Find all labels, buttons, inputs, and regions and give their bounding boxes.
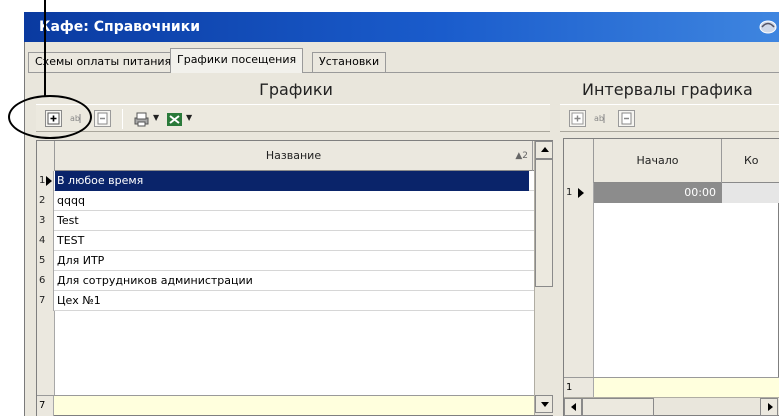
row-number: 5 <box>37 251 54 271</box>
schedules-footer-row: 7 <box>37 395 534 416</box>
row-header-corner <box>564 139 594 183</box>
tab-visit-schedules[interactable]: Графики посещения <box>170 48 304 73</box>
horizontal-scroll-thumb[interactable] <box>582 398 654 416</box>
schedule-name: В любое время <box>55 171 529 191</box>
intervals-toolbar: ab <box>560 104 779 132</box>
row-number: 1 <box>564 183 594 203</box>
tab-label: Установки <box>319 55 380 68</box>
table-row[interactable]: 5 Для ИТР <box>37 251 534 271</box>
row-number: 3 <box>37 211 54 231</box>
row-number: 6 <box>37 271 54 291</box>
schedules-vertical-scrollbar[interactable] <box>534 141 553 415</box>
schedule-name: TEST <box>57 234 85 247</box>
window-titlebar: Кафе: Справочники <box>24 12 779 42</box>
intervals-grid: Начало Ко 1 00:00 1 <box>563 138 779 416</box>
scroll-left-icon <box>571 403 576 411</box>
record-count: 1 <box>564 378 594 398</box>
row-number: 4 <box>37 231 54 251</box>
rename-interval-button[interactable]: ab <box>592 110 609 127</box>
print-icon <box>134 112 149 127</box>
print-dropdown-arrow[interactable]: ▼ <box>153 113 159 122</box>
current-row-indicator <box>578 188 584 198</box>
scroll-up-icon <box>541 147 549 152</box>
delete-interval-button[interactable] <box>618 110 635 127</box>
svg-text:ab: ab <box>594 114 604 123</box>
schedule-name: qqqq <box>57 194 85 207</box>
add-record-icon <box>571 112 584 125</box>
rename-icon: ab <box>594 114 605 123</box>
intervals-horizontal-scrollbar[interactable] <box>564 397 779 416</box>
excel-export-button[interactable] <box>165 110 182 127</box>
window-title: Кафе: Справочники <box>39 19 201 35</box>
schedule-name: Test <box>57 214 79 227</box>
row-number: 1 <box>37 171 54 191</box>
table-row[interactable]: 1 В любое время <box>37 171 534 191</box>
tab-label: Графики посещения <box>177 53 297 66</box>
scroll-thumb[interactable] <box>535 159 553 287</box>
delete-icon <box>621 112 632 125</box>
schedules-panel-title: Графики <box>259 80 333 99</box>
scroll-down-button[interactable] <box>535 395 553 413</box>
column-label: Название <box>265 149 322 162</box>
tab-divider <box>28 72 779 73</box>
intervals-footer-row: 1 <box>564 377 779 398</box>
callout-ellipse <box>8 95 92 139</box>
row-header-empty <box>564 203 594 377</box>
row-header-corner <box>37 141 55 171</box>
intervals-panel-title: Интервалы графика <box>582 80 753 99</box>
schedule-name: Цех №1 <box>57 294 101 307</box>
table-row[interactable]: 3 Test <box>37 211 534 231</box>
intervals-grid-header: Начало Ко <box>564 139 779 183</box>
tab-label: Схемы оплаты питания <box>35 55 172 68</box>
row-number: 7 <box>37 291 54 311</box>
table-row[interactable]: 4 TEST <box>37 231 534 251</box>
column-header-name[interactable]: Название ▲2 <box>55 141 533 171</box>
add-interval-button[interactable] <box>569 110 586 127</box>
schedules-toolbar: ab ▼ ▼ <box>36 104 550 132</box>
sort-order: 2 <box>522 151 528 161</box>
excel-export-icon <box>167 113 182 126</box>
schedules-grid: Название ▲2 1 В любое время 2 qqqq 3 Tes… <box>36 140 553 416</box>
table-row[interactable]: 1 00:00 <box>564 183 779 203</box>
scroll-right-button[interactable] <box>760 398 778 416</box>
delete-record-button[interactable] <box>94 110 111 127</box>
record-count: 7 <box>37 396 54 416</box>
scroll-left-button[interactable] <box>564 398 582 416</box>
toolbar-separator <box>122 109 123 129</box>
schedules-grid-header: Название ▲2 <box>37 141 534 171</box>
tab-settings[interactable]: Установки <box>312 52 387 72</box>
scroll-up-button[interactable] <box>535 141 553 159</box>
table-row[interactable]: 2 qqqq <box>37 191 534 211</box>
excel-dropdown-arrow[interactable]: ▼ <box>186 113 192 122</box>
scroll-down-icon <box>541 402 549 407</box>
schedule-name: Для сотрудников администрации <box>57 274 253 287</box>
interval-start[interactable]: 00:00 <box>594 183 722 203</box>
table-row[interactable]: 7 Цех №1 <box>37 291 534 311</box>
row-number: 2 <box>37 191 54 211</box>
scroll-right-icon <box>768 403 773 411</box>
column-header-start[interactable]: Начало <box>594 139 722 183</box>
schedule-name: Для ИТР <box>57 254 105 267</box>
delete-icon <box>97 112 108 125</box>
row-header-empty <box>37 311 55 395</box>
callout-pointer-line <box>44 0 46 96</box>
column-header-end[interactable]: Ко <box>722 139 779 183</box>
current-row-indicator <box>46 176 52 186</box>
table-row[interactable]: 6 Для сотрудников администрации <box>37 271 534 291</box>
sort-indicator: ▲2 <box>515 151 528 161</box>
print-button[interactable] <box>132 110 149 127</box>
tab-payment-schemes[interactable]: Схемы оплаты питания <box>28 52 179 72</box>
interval-end[interactable] <box>722 183 779 203</box>
app-icon <box>759 20 777 34</box>
